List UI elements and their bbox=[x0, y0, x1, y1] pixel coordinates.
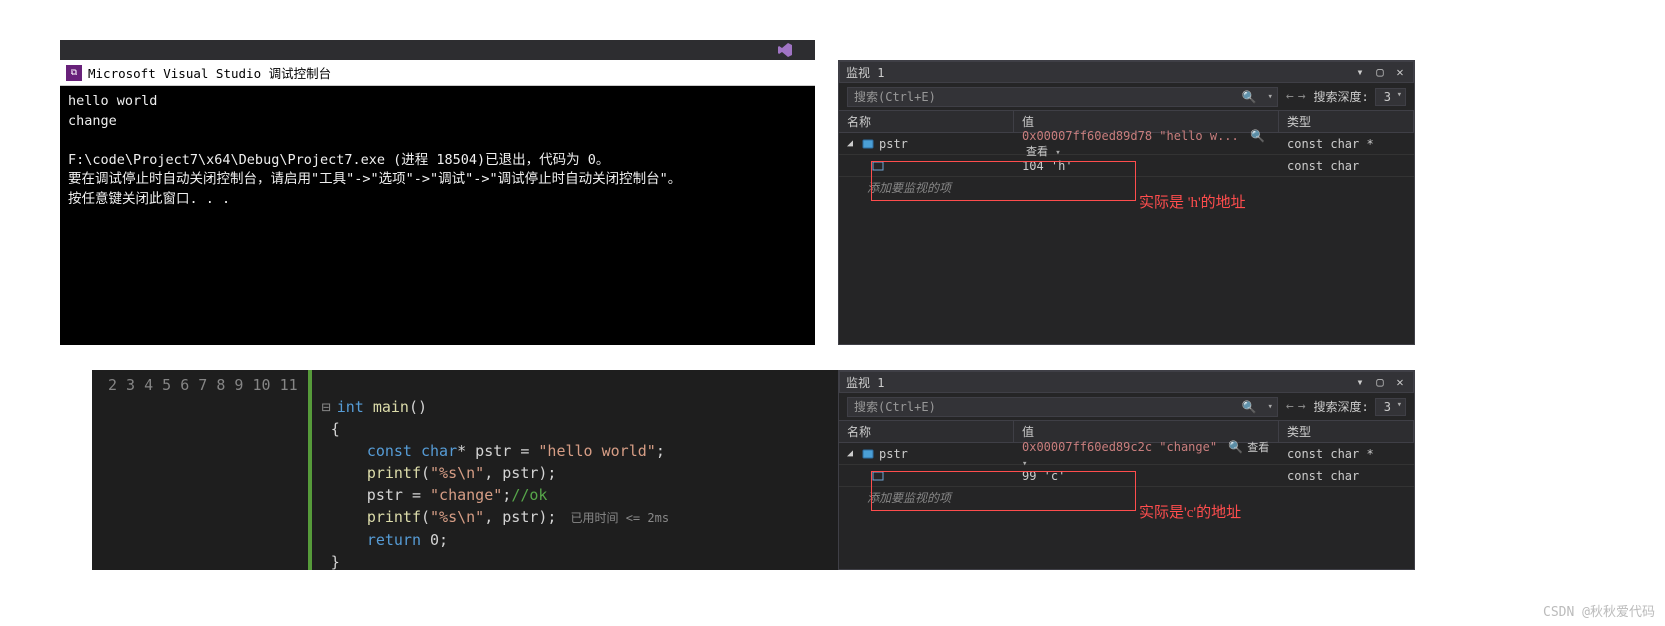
var-value: 99 'c' bbox=[1014, 469, 1279, 483]
var-value: 0x00007ff60ed89c2c "change" bbox=[1022, 440, 1217, 454]
add-watch-item[interactable]: 添加要监视的项 bbox=[839, 177, 1414, 198]
var-type: const char bbox=[1279, 469, 1414, 483]
magnifier-icon[interactable]: 🔍 bbox=[1250, 129, 1265, 143]
col-name[interactable]: 名称 bbox=[839, 111, 1014, 133]
debug-console-window: ⧉ Microsoft Visual Studio 调试控制台 hello wo… bbox=[60, 60, 815, 345]
watermark: CSDN @秋秋爱代码 bbox=[1543, 601, 1655, 620]
watch-row[interactable]: 99 'c' const char bbox=[839, 465, 1414, 487]
view-button[interactable]: 查看 bbox=[1026, 145, 1048, 158]
var-type: const char bbox=[1279, 159, 1414, 173]
var-value: 104 'h' bbox=[1014, 159, 1279, 173]
close-icon[interactable]: ✕ bbox=[1393, 375, 1407, 389]
watch-title: 监视 1 bbox=[846, 64, 884, 81]
var-value: 0x00007ff60ed89d78 "hello w... bbox=[1022, 129, 1239, 143]
chevron-down-icon[interactable]: ▾ bbox=[1022, 459, 1027, 469]
prev-icon[interactable]: ← bbox=[1286, 89, 1294, 104]
watch-panel-1: 监视 1 ▾ ▢ ✕ 搜索(Ctrl+E) 🔍 ▾ ← → 搜索深度: 3 名称… bbox=[838, 60, 1415, 345]
console-frame-top bbox=[60, 40, 815, 60]
var-name: pstr bbox=[879, 137, 908, 151]
watch-titlebar: 监视 1 ▾ ▢ ✕ bbox=[839, 371, 1414, 393]
var-type: const char * bbox=[1279, 137, 1414, 151]
search-icon[interactable]: 🔍 bbox=[1242, 90, 1257, 104]
next-icon[interactable]: → bbox=[1298, 399, 1306, 414]
depth-select[interactable]: 3 bbox=[1375, 88, 1406, 106]
timing-hint: 已用时间 <= 2ms bbox=[570, 511, 669, 525]
watch-row[interactable]: ◢ pstr 0x00007ff60ed89d78 "hello w... 🔍查… bbox=[839, 133, 1414, 155]
object-icon bbox=[861, 447, 875, 461]
maximize-icon[interactable]: ▢ bbox=[1373, 65, 1387, 79]
var-type: const char * bbox=[1279, 447, 1414, 461]
watch-row[interactable]: ◢ pstr 0x00007ff60ed89c2c "change" 🔍查看 ▾… bbox=[839, 443, 1414, 465]
code-editor[interactable]: 2 3 4 5 6 7 8 9 10 11 ⊟int main() { cons… bbox=[92, 370, 838, 570]
col-name[interactable]: 名称 bbox=[839, 421, 1014, 443]
value-icon bbox=[871, 469, 885, 483]
chevron-down-icon[interactable]: ▾ bbox=[1055, 148, 1060, 158]
dropdown-icon[interactable]: ▾ bbox=[1353, 65, 1367, 79]
code-area[interactable]: ⊟int main() { const char* pstr = "hello … bbox=[312, 370, 679, 570]
close-icon[interactable]: ✕ bbox=[1393, 65, 1407, 79]
dropdown-icon[interactable]: ▾ bbox=[1353, 375, 1367, 389]
depth-select[interactable]: 3 bbox=[1375, 398, 1406, 416]
depth-label: 搜索深度: bbox=[1314, 88, 1369, 105]
console-output: hello world change F:\code\Project7\x64\… bbox=[60, 86, 815, 215]
expand-icon[interactable]: ◢ bbox=[847, 448, 857, 459]
fold-icon[interactable]: ⊟ bbox=[322, 398, 331, 416]
value-icon bbox=[871, 159, 885, 173]
object-icon bbox=[861, 137, 875, 151]
expand-icon[interactable]: ◢ bbox=[847, 138, 857, 149]
view-button[interactable]: 查看 bbox=[1247, 441, 1269, 454]
search-input[interactable]: 搜索(Ctrl+E) 🔍 ▾ bbox=[847, 87, 1278, 107]
watch-panel-2: 监视 1 ▾ ▢ ✕ 搜索(Ctrl+E) 🔍 ▾ ← → 搜索深度: 3 名称… bbox=[838, 370, 1415, 570]
watch-searchbar: 搜索(Ctrl+E) 🔍 ▾ ← → 搜索深度: 3 bbox=[839, 393, 1414, 421]
watch-searchbar: 搜索(Ctrl+E) 🔍 ▾ ← → 搜索深度: 3 bbox=[839, 83, 1414, 111]
search-dropdown-icon[interactable]: ▾ bbox=[1267, 402, 1272, 412]
search-input[interactable]: 搜索(Ctrl+E) 🔍 ▾ bbox=[847, 397, 1278, 417]
search-icon[interactable]: 🔍 bbox=[1242, 400, 1257, 414]
var-name: pstr bbox=[879, 447, 908, 461]
depth-label: 搜索深度: bbox=[1314, 398, 1369, 415]
add-watch-item[interactable]: 添加要监视的项 bbox=[839, 487, 1414, 508]
col-type[interactable]: 类型 bbox=[1279, 421, 1414, 443]
watch-row[interactable]: 104 'h' const char bbox=[839, 155, 1414, 177]
maximize-icon[interactable]: ▢ bbox=[1373, 375, 1387, 389]
console-titlebar: ⧉ Microsoft Visual Studio 调试控制台 bbox=[60, 60, 815, 86]
line-gutter: 2 3 4 5 6 7 8 9 10 11 bbox=[92, 370, 312, 570]
col-type[interactable]: 类型 bbox=[1279, 111, 1414, 133]
watch-titlebar: 监视 1 ▾ ▢ ✕ bbox=[839, 61, 1414, 83]
vs-icon-topright bbox=[777, 42, 793, 61]
next-icon[interactable]: → bbox=[1298, 89, 1306, 104]
vs-icon: ⧉ bbox=[66, 65, 82, 81]
search-dropdown-icon[interactable]: ▾ bbox=[1267, 92, 1272, 102]
console-title-text: Microsoft Visual Studio 调试控制台 bbox=[88, 63, 331, 82]
magnifier-icon[interactable]: 🔍 bbox=[1228, 440, 1243, 454]
prev-icon[interactable]: ← bbox=[1286, 399, 1294, 414]
watch-title: 监视 1 bbox=[846, 374, 884, 391]
